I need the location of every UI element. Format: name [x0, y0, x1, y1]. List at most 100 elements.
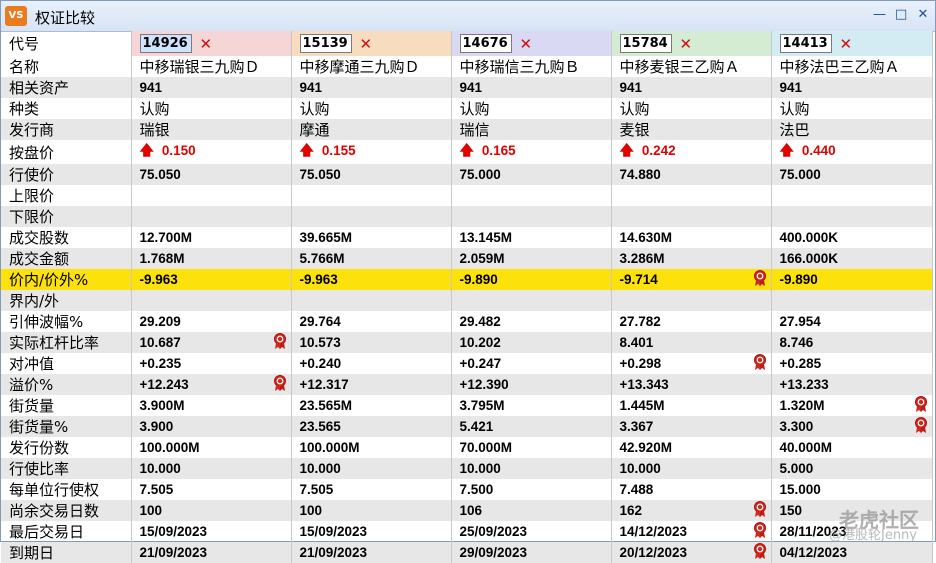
- cell-strike: 75.000: [771, 164, 933, 185]
- cell-moneyness: -9.890: [771, 269, 933, 290]
- remove-warrant-icon[interactable]: ✕: [200, 35, 213, 53]
- warrant-code-input[interactable]: 14676: [459, 34, 512, 53]
- cell-value: 3.795M: [459, 398, 505, 413]
- cell-per-unit: 7.500: [451, 479, 612, 500]
- row-expiry: 到期日 21/09/2023 21/09/2023 29/09/2023 20/12/2…: [1, 542, 933, 563]
- cell-name: 中移麦银三乙购Ａ: [611, 56, 772, 77]
- cell-inout: [451, 290, 612, 311]
- cell-last-trade: 25/09/2023: [451, 521, 612, 542]
- cell-inout: [611, 290, 772, 311]
- best-award-icon: [753, 501, 767, 518]
- cell-value: +13.343: [619, 377, 669, 392]
- cell-value: 106: [459, 503, 483, 518]
- warrant-code-input[interactable]: 14413: [779, 34, 832, 53]
- cell-upper: [131, 185, 292, 206]
- cell-code: 14413 ✕: [771, 31, 933, 56]
- cell-value: 认购: [619, 100, 650, 118]
- cell-lower: [291, 206, 452, 227]
- cell-upper: [291, 185, 452, 206]
- cell-value: 20/12/2023: [619, 545, 688, 560]
- cell-value: 941: [459, 80, 483, 95]
- cell-strike: 75.000: [451, 164, 612, 185]
- remove-warrant-icon[interactable]: ✕: [680, 35, 693, 53]
- row-label: 价内/价外%: [1, 269, 132, 290]
- cell-days: 162: [611, 500, 772, 521]
- cell-underlying: 941: [611, 77, 772, 98]
- cell-last-trade: 14/12/2023: [611, 521, 772, 542]
- row-label: 相关资产: [1, 77, 132, 98]
- close-icon[interactable]: ✕: [917, 7, 929, 22]
- cell-issuer: 麦银: [611, 119, 772, 140]
- cell-volume: 14.630M: [611, 227, 772, 248]
- cell-value: 29.764: [299, 314, 341, 329]
- cell-value: 1.445M: [619, 398, 665, 413]
- cell-value: 23.565: [299, 419, 341, 434]
- cell-lower: [451, 206, 612, 227]
- cell-per-unit: 7.505: [291, 479, 452, 500]
- cell-value: 中移摩通三九购Ｄ: [299, 58, 420, 76]
- remove-warrant-icon[interactable]: ✕: [360, 35, 373, 53]
- row-label: 成交股数: [1, 227, 132, 248]
- cell-outstanding: 23.565M: [291, 395, 452, 416]
- cell-value: 941: [619, 80, 643, 95]
- cell-gearing: 8.746: [771, 332, 933, 353]
- row-label: 下限价: [1, 206, 132, 227]
- cell-value: 75.000: [779, 167, 821, 182]
- cell-value: 162: [619, 503, 643, 518]
- cell-value: 认购: [139, 100, 170, 118]
- cell-value: 认购: [459, 100, 490, 118]
- cell-value: 74.880: [619, 167, 661, 182]
- title-bar: VS 权证比较 — □ ✕: [1, 1, 935, 32]
- warrant-code-input[interactable]: 14926: [139, 34, 192, 53]
- row-moneyness: 价内/价外% -9.963 -9.963 -9.890 -9.714 -9.890: [1, 269, 933, 290]
- cell-value: 中移瑞信三九购Ｂ: [459, 58, 580, 76]
- cell-value: 7.488: [619, 482, 654, 497]
- cell-type: 认购: [771, 98, 933, 119]
- cell-expiry: 29/09/2023: [451, 542, 612, 563]
- cell-code: 15784 ✕: [611, 31, 772, 56]
- warrant-code-input[interactable]: 15139: [299, 34, 352, 53]
- cell-outstanding: 1.320M: [771, 395, 933, 416]
- remove-warrant-icon[interactable]: ✕: [520, 35, 533, 53]
- row-issued: 发行份数 100.000M 100.000M 70.000M 42.920M 40.000…: [1, 437, 933, 458]
- up-arrow-icon: 🡅: [779, 142, 794, 158]
- cell-value: 29.209: [139, 314, 181, 329]
- cell-value: +0.240: [299, 356, 342, 371]
- cell-upper: [611, 185, 772, 206]
- cell-value: 3.900: [139, 419, 174, 434]
- cell-ratio: 10.000: [131, 458, 292, 479]
- cell-value: 100.000M: [299, 440, 360, 455]
- row-inout: 界内/外: [1, 290, 933, 311]
- remove-warrant-icon[interactable]: ✕: [840, 35, 853, 53]
- cell-days: 106: [451, 500, 612, 521]
- row-iv: 引伸波幅% 29.209 29.764 29.482 27.782 27.954: [1, 311, 933, 332]
- cell-value: 27.782: [619, 314, 661, 329]
- cell-value: -9.963: [139, 272, 178, 287]
- cell-issued: 70.000M: [451, 437, 612, 458]
- cell-value: 中移麦银三乙购Ａ: [619, 58, 740, 76]
- cell-issued: 40.000M: [771, 437, 933, 458]
- cell-issuer: 瑞信: [451, 119, 612, 140]
- cell-turnover: 5.766M: [291, 248, 452, 269]
- minimize-icon[interactable]: —: [873, 7, 886, 22]
- cell-lower: [611, 206, 772, 227]
- cell-bid: 🡅 0.165: [451, 140, 612, 164]
- cell-lower: [131, 206, 292, 227]
- cell-type: 认购: [611, 98, 772, 119]
- cell-value: 150: [779, 503, 803, 518]
- row-label: 到期日: [1, 542, 132, 563]
- cell-underlying: 941: [291, 77, 452, 98]
- row-underlying: 相关资产 941 941 941 941 941: [1, 77, 933, 98]
- row-per-unit: 每单位行使权 7.505 7.505 7.500 7.488 15.000: [1, 479, 933, 500]
- cell-value: 100.000M: [139, 440, 200, 455]
- row-type: 种类 认购 认购 认购 认购 认购: [1, 98, 933, 119]
- cell-strike: 74.880: [611, 164, 772, 185]
- maximize-icon[interactable]: □: [895, 7, 907, 22]
- row-volume: 成交股数 12.700M 39.665M 13.145M 14.630M 400.000K: [1, 227, 933, 248]
- cell-inout: [131, 290, 292, 311]
- warrant-code-input[interactable]: 15784: [619, 34, 672, 53]
- best-award-icon: [753, 543, 767, 560]
- row-name: 名称 中移瑞银三九购Ｄ 中移摩通三九购Ｄ 中移瑞信三九购Ｂ 中移麦银三乙购Ａ 中移法巴三乙…: [1, 56, 933, 77]
- row-code: 代号 14926 ✕ 15139 ✕ 14676 ✕ 15784 ✕ 14413 ✕: [1, 31, 933, 56]
- cell-value: 15/09/2023: [299, 524, 368, 539]
